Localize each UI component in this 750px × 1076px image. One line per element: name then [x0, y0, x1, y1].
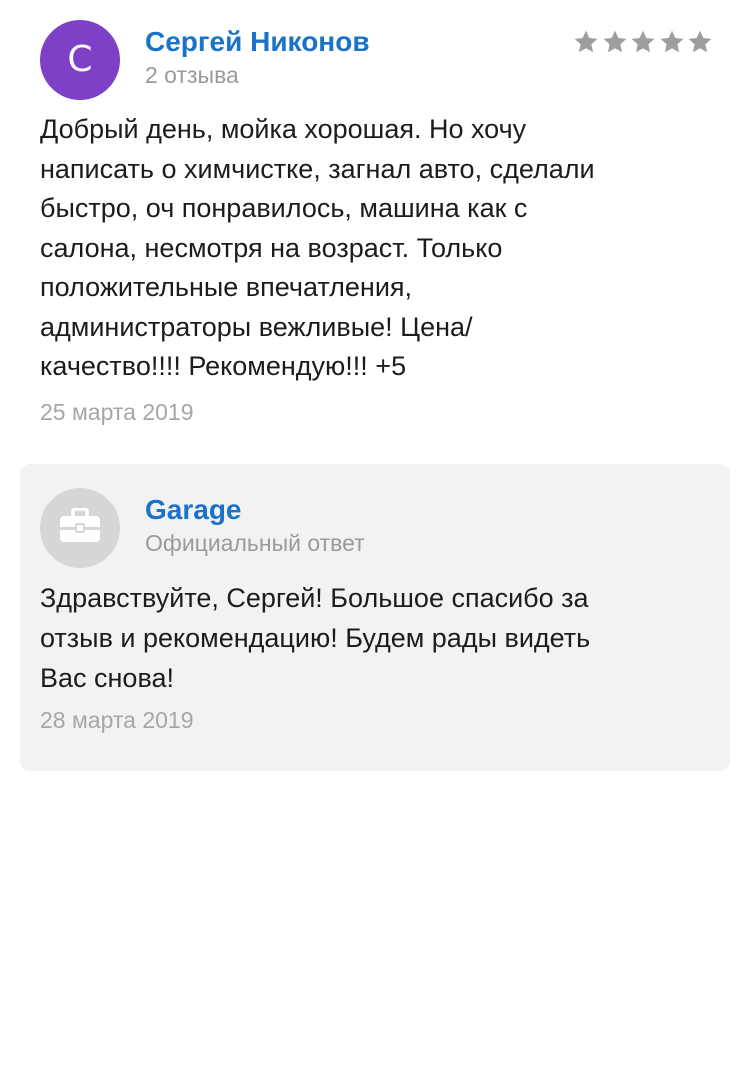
reply-date: 28 марта 2019	[40, 707, 194, 733]
star-icon	[659, 29, 685, 55]
star-icon	[630, 29, 656, 55]
review-date: 25 марта 2019	[40, 399, 194, 425]
official-reply-card: Garage Официальный ответ Здравствуйте, С…	[20, 464, 730, 771]
briefcase-icon	[58, 506, 102, 549]
author-avatar-initial: С	[67, 39, 93, 80]
organization-name[interactable]: Garage	[145, 492, 242, 528]
author-name[interactable]: Сергей Никонов	[145, 24, 370, 60]
star-icon	[602, 29, 628, 55]
official-reply-label: Официальный ответ	[145, 530, 365, 556]
organization-avatar	[40, 488, 120, 568]
reply-text: Здравствуйте, Сергей! Большое спасибо за…	[40, 583, 591, 693]
review-text: Добрый день, мойка хорошая. Но хочу напи…	[40, 114, 595, 381]
star-icon	[687, 29, 713, 55]
author-review-count: 2 отзыва	[145, 62, 239, 88]
author-avatar[interactable]: С	[40, 20, 120, 100]
star-icon	[573, 29, 599, 55]
star-rating	[573, 27, 713, 57]
